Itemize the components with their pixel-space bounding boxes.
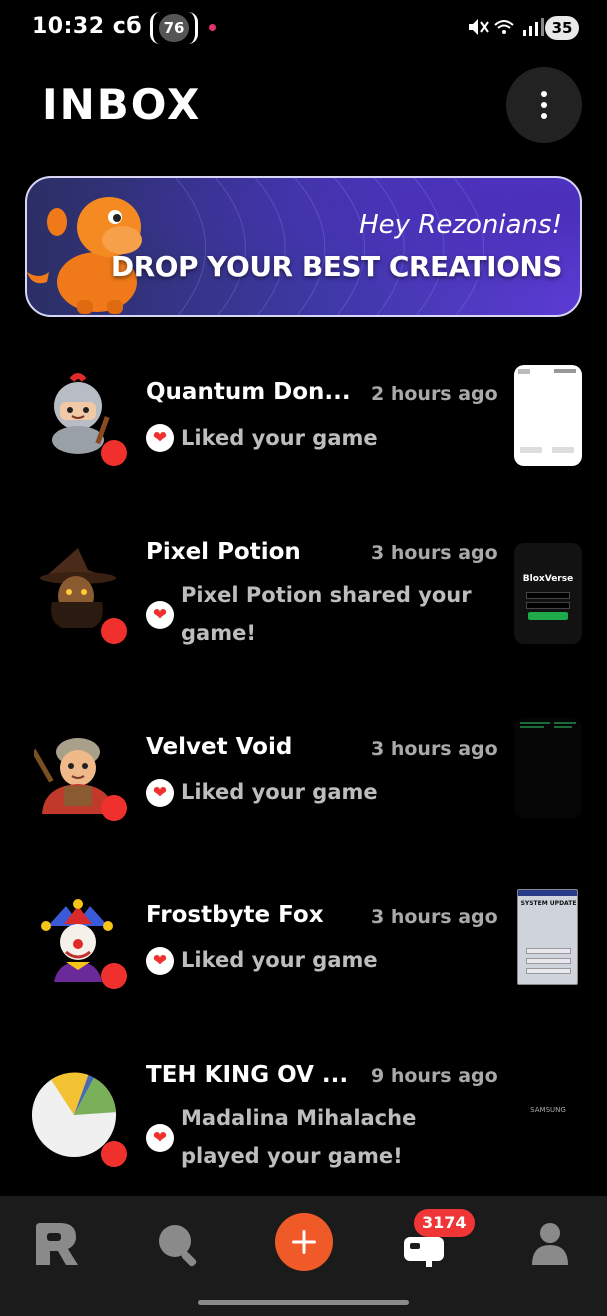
thumbnail-button (528, 612, 568, 620)
thumbnail-option (526, 948, 571, 954)
more-options-button[interactable] (506, 67, 582, 143)
notification-message: Liked your game (181, 426, 378, 450)
unread-indicator (101, 440, 127, 466)
home-icon (36, 1223, 78, 1265)
thumbnail-option (526, 968, 571, 974)
nav-search[interactable] (148, 1214, 208, 1274)
list-item[interactable]: Frostbyte Fox 3 hours ago ❤ Liked your g… (0, 886, 607, 1006)
home-indicator[interactable] (198, 1300, 409, 1305)
profile-icon (532, 1223, 568, 1265)
nav-profile[interactable] (520, 1214, 580, 1274)
status-bar: 10:32 сб 76 35 (0, 0, 607, 56)
status-icons (467, 16, 547, 43)
page-title: INBOX (42, 80, 202, 129)
heart-icon: ❤ (146, 1124, 174, 1152)
inbox-badge: 3174 (414, 1209, 475, 1237)
battery-indicator: 35 (545, 16, 579, 40)
thumbnail-brand: SAMSUNG (530, 1106, 566, 1114)
notification-message: Liked your game (181, 780, 378, 804)
timestamp: 3 hours ago (371, 738, 498, 760)
heart-icon: ❤ (146, 424, 174, 452)
more-vertical-icon (541, 91, 547, 119)
sender-name: Pixel Potion (146, 539, 301, 565)
sender-name: TEH KING OV ... (146, 1062, 349, 1088)
unread-indicator (101, 1141, 127, 1167)
list-item[interactable]: Pixel Potion 3 hours ago ❤ Pixel Potion … (0, 520, 607, 650)
game-thumbnail[interactable]: SAMSUNG (514, 1086, 582, 1187)
banner-subtitle: Hey Rezonians! (359, 210, 562, 240)
game-thumbnail[interactable] (514, 718, 582, 819)
notification-message: Pixel Potion shared your game! (181, 583, 472, 645)
game-thumbnail[interactable]: BloxVerse (514, 543, 582, 644)
promo-banner[interactable]: Hey Rezonians! DROP YOUR BEST CREATIONS (25, 176, 582, 317)
witch-icon (40, 548, 116, 628)
sender-name: Velvet Void (146, 734, 293, 760)
thumbnail-titlebar (518, 890, 577, 896)
nav-home[interactable] (26, 1214, 86, 1274)
heart-icon: ❤ (146, 779, 174, 807)
thumbnail-field (526, 602, 570, 609)
create-button[interactable] (275, 1213, 333, 1271)
bottom-nav: 3174 (0, 1196, 607, 1316)
game-thumbnail[interactable] (514, 365, 582, 466)
sender-name: Quantum Don... (146, 379, 351, 405)
thumbnail-field (526, 592, 570, 599)
terminal-preview (520, 722, 576, 728)
list-item[interactable]: Velvet Void 3 hours ago ❤ Liked your gam… (0, 718, 607, 838)
notification-dot (209, 24, 216, 31)
search-icon (159, 1225, 197, 1267)
thumbnail-title: SYSTEM UPDATE (520, 900, 577, 907)
heart-icon: ❤ (146, 601, 174, 629)
heart-icon: ❤ (146, 947, 174, 975)
signal-wifi-mute-icons (469, 18, 544, 36)
notification-message: Liked your game (181, 948, 378, 972)
thumbnail-option (526, 958, 571, 964)
game-thumbnail[interactable]: SYSTEM UPDATE (517, 889, 578, 985)
banner-headline: DROP YOUR BEST CREATIONS (110, 250, 563, 283)
list-item[interactable]: TEH KING OV ... 9 hours ago ❤ Madalina M… (0, 1048, 607, 1188)
unread-indicator (101, 618, 127, 644)
timestamp: 2 hours ago (371, 383, 498, 405)
list-item[interactable]: Quantum Don... 2 hours ago ❤ Liked your … (0, 360, 607, 480)
timestamp: 3 hours ago (371, 542, 498, 564)
timestamp: 3 hours ago (371, 906, 498, 928)
thumbnail-preview (518, 369, 576, 453)
unread-indicator (101, 963, 127, 989)
sender-name: Frostbyte Fox (146, 902, 324, 928)
thumbnail-title: BloxVerse (522, 574, 574, 584)
status-time: 10:32 сб (32, 14, 143, 39)
notification-count: 76 (159, 14, 189, 42)
plus-icon (292, 1230, 316, 1254)
witch-avatar[interactable] (34, 542, 120, 628)
timestamp: 9 hours ago (371, 1065, 498, 1087)
notification-message: Madalina Mihalache played your game! (181, 1106, 417, 1168)
unread-indicator (101, 795, 127, 821)
notification-counter: 76 (150, 12, 198, 44)
